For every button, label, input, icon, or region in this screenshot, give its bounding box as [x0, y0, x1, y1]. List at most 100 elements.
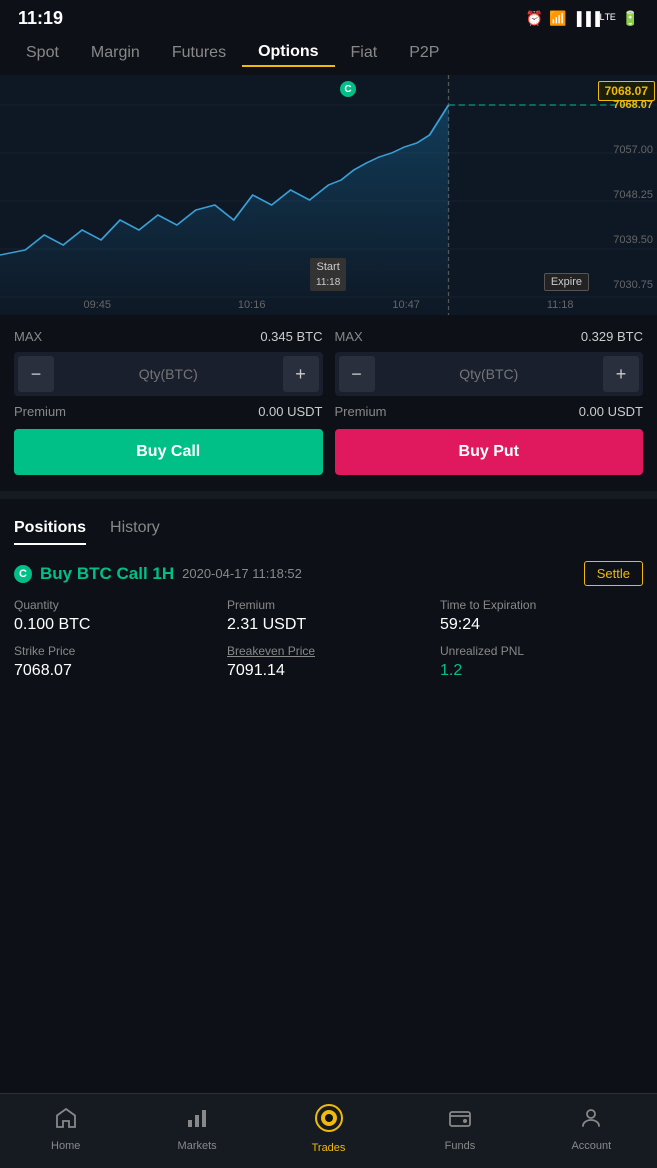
trading-columns: MAX 0.345 BTC − + Premium 0.00 USDT Buy … [14, 329, 643, 475]
start-label: Start11:18 [310, 258, 346, 291]
trades-icon [315, 1104, 343, 1138]
status-icons: ⏰ 📶 ▐▐▐ᴸᵀᴱ 🔋 [526, 10, 639, 27]
expiration-label: Time to Expiration [440, 598, 643, 612]
funds-icon [448, 1106, 472, 1136]
put-premium-value: 0.00 USDT [579, 404, 643, 419]
signal-icon: ▐▐▐ᴸᵀᴱ [572, 11, 615, 26]
time-label-3: 10:47 [392, 299, 420, 311]
position-title-group: C Buy BTC Call 1H 2020-04-17 11:18:52 [14, 564, 302, 584]
nav-tabs: Spot Margin Futures Options Fiat P2P [0, 33, 657, 75]
quantity-value: 0.100 BTC [14, 616, 217, 634]
pnl-item: Unrealized PNL 1.2 [440, 644, 643, 680]
call-qty-input[interactable] [58, 366, 279, 382]
nav-markets[interactable]: Markets [131, 1106, 262, 1152]
current-price-box: 7068.07 [598, 81, 655, 101]
settle-button[interactable]: Settle [584, 561, 643, 586]
position-timestamp: 2020-04-17 11:18:52 [182, 566, 302, 581]
quantity-label: Quantity [14, 598, 217, 612]
call-plus-btn[interactable]: + [283, 356, 319, 392]
nav-home-label: Home [51, 1140, 80, 1152]
breakeven-label: Breakeven Price [227, 644, 430, 658]
buy-put-col: MAX 0.329 BTC − + Premium 0.00 USDT Buy … [335, 329, 644, 475]
position-data-grid: Quantity 0.100 BTC Premium 2.31 USDT Tim… [14, 598, 643, 680]
tab-futures[interactable]: Futures [156, 40, 242, 66]
strike-price-value: 7068.07 [14, 662, 217, 680]
status-time: 11:19 [18, 8, 63, 29]
battery-icon: 🔋 [622, 10, 639, 27]
time-label-4: 11:18 [547, 299, 574, 311]
expire-label: Expire [544, 273, 589, 291]
put-max-row: MAX 0.329 BTC [335, 329, 644, 344]
buy-put-button[interactable]: Buy Put [335, 429, 644, 475]
pnl-value: 1.2 [440, 662, 643, 680]
tab-spot[interactable]: Spot [10, 40, 75, 66]
alarm-icon: ⏰ [526, 10, 543, 27]
nav-funds-label: Funds [445, 1140, 476, 1152]
call-premium-value: 0.00 USDT [258, 404, 322, 419]
price-level-4: 7039.50 [613, 234, 653, 246]
put-max-value: 0.329 BTC [581, 329, 643, 344]
call-max-value: 0.345 BTC [260, 329, 322, 344]
bottom-nav: Home Markets Trades [0, 1093, 657, 1168]
home-icon [54, 1106, 78, 1136]
put-premium-label: Premium [335, 404, 387, 419]
time-labels: 09:45 10:16 10:47 11:18 [0, 299, 657, 311]
positions-section: Positions History C Buy BTC Call 1H 2020… [0, 505, 657, 710]
put-minus-btn[interactable]: − [339, 356, 375, 392]
nav-funds[interactable]: Funds [394, 1106, 525, 1152]
expiration-item: Time to Expiration 59:24 [440, 598, 643, 634]
expiration-value: 59:24 [440, 616, 643, 634]
nav-home[interactable]: Home [0, 1106, 131, 1152]
tab-margin[interactable]: Margin [75, 40, 156, 66]
nav-trades[interactable]: Trades [263, 1104, 394, 1154]
put-qty-input[interactable] [379, 366, 600, 382]
tab-positions[interactable]: Positions [14, 519, 86, 545]
nav-trades-label: Trades [312, 1142, 346, 1154]
buy-call-button[interactable]: Buy Call [14, 429, 323, 475]
breakeven-value: 7091.14 [227, 662, 430, 680]
trading-section: MAX 0.345 BTC − + Premium 0.00 USDT Buy … [0, 315, 657, 491]
call-premium-label: Premium [14, 404, 66, 419]
call-max-label: MAX [14, 329, 42, 344]
call-minus-btn[interactable]: − [18, 356, 54, 392]
position-header: C Buy BTC Call 1H 2020-04-17 11:18:52 Se… [14, 561, 643, 586]
put-plus-btn[interactable]: + [603, 356, 639, 392]
markets-icon [185, 1106, 209, 1136]
call-qty-row: − + [14, 352, 323, 396]
account-icon [579, 1106, 603, 1136]
tab-options[interactable]: Options [242, 39, 334, 67]
time-label-1: 09:45 [83, 299, 111, 311]
time-label-2: 10:16 [238, 299, 266, 311]
call-premium-row: Premium 0.00 USDT [14, 404, 323, 419]
pnl-label: Unrealized PNL [440, 644, 643, 658]
price-level-1: 7068.07 [613, 99, 653, 111]
position-title: Buy BTC Call 1H [40, 564, 174, 584]
put-qty-row: − + [335, 352, 644, 396]
tab-history[interactable]: History [110, 519, 160, 545]
strike-price-label: Strike Price [14, 644, 217, 658]
nav-account[interactable]: Account [526, 1106, 657, 1152]
quantity-item: Quantity 0.100 BTC [14, 598, 217, 634]
put-premium-row: Premium 0.00 USDT [335, 404, 644, 419]
premium-item-value: 2.31 USDT [227, 616, 430, 634]
premium-item-label: Premium [227, 598, 430, 612]
price-level-2: 7057.00 [613, 144, 653, 156]
buy-call-col: MAX 0.345 BTC − + Premium 0.00 USDT Buy … [14, 329, 323, 475]
status-bar: 11:19 ⏰ 📶 ▐▐▐ᴸᵀᴱ 🔋 [0, 0, 657, 33]
nav-markets-label: Markets [178, 1140, 217, 1152]
nav-account-label: Account [571, 1140, 611, 1152]
price-level-5: 7030.75 [613, 279, 653, 291]
c-badge: C [340, 81, 356, 97]
breakeven-item: Breakeven Price 7091.14 [227, 644, 430, 680]
call-max-row: MAX 0.345 BTC [14, 329, 323, 344]
wifi-icon: 📶 [549, 10, 566, 27]
section-separator [0, 491, 657, 499]
put-max-label: MAX [335, 329, 363, 344]
position-card: C Buy BTC Call 1H 2020-04-17 11:18:52 Se… [14, 561, 643, 680]
price-levels: 7068.07 7057.00 7048.25 7039.50 7030.75 [611, 75, 655, 315]
strike-price-item: Strike Price 7068.07 [14, 644, 217, 680]
tab-fiat[interactable]: Fiat [335, 40, 394, 66]
premium-item: Premium 2.31 USDT [227, 598, 430, 634]
tab-p2p[interactable]: P2P [393, 40, 455, 66]
price-level-3: 7048.25 [613, 189, 653, 201]
